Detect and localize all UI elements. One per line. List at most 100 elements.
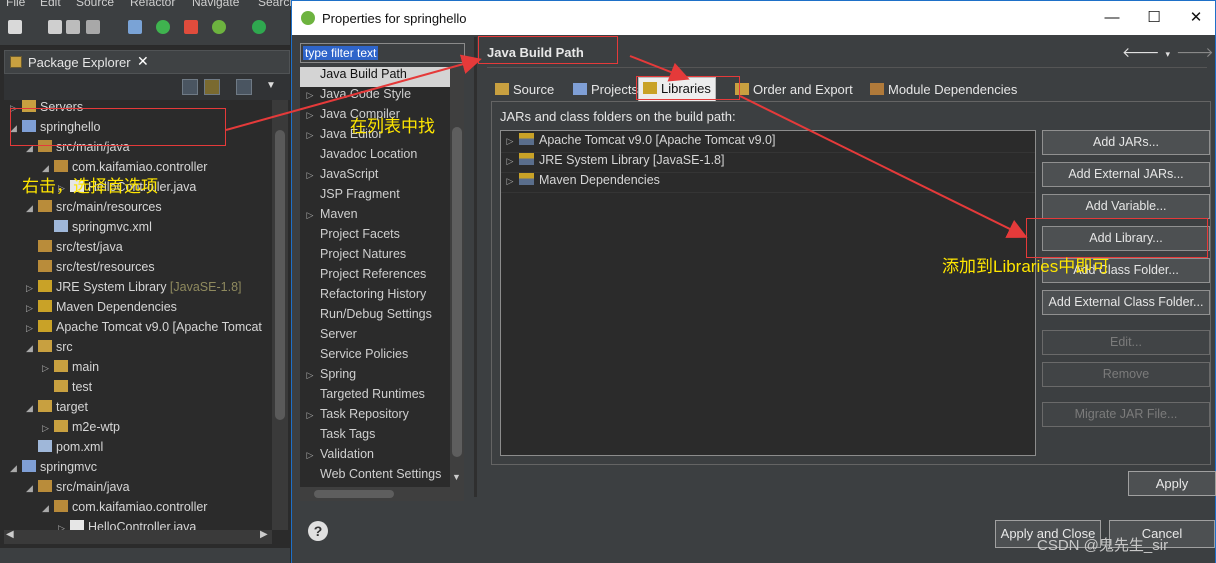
collapsed-arrow-icon[interactable]: ▷ xyxy=(26,323,38,334)
splitter[interactable] xyxy=(474,37,477,497)
library-entry[interactable]: ▷ Apache Tomcat v9.0 [Apache Tomcat v9.0] xyxy=(501,133,1035,153)
collapsed-arrow-icon[interactable]: ▷ xyxy=(300,370,320,381)
new-icon[interactable] xyxy=(8,20,22,34)
collapsed-arrow-icon[interactable]: ▷ xyxy=(26,303,38,314)
tab-source[interactable]: Source xyxy=(491,79,558,101)
scroll-right-icon[interactable]: ▶ xyxy=(260,529,268,540)
page-list-hscroll[interactable] xyxy=(300,487,464,501)
nav-item[interactable]: Java Build Path xyxy=(300,67,450,87)
add-variable-button[interactable]: Add Variable... xyxy=(1042,194,1210,219)
close-button[interactable]: ✕ xyxy=(1176,7,1216,29)
collapsed-arrow-icon[interactable]: ▷ xyxy=(42,363,54,374)
nav-item[interactable]: Run/Debug Settings xyxy=(300,307,450,327)
nav-item[interactable]: JSP Fragment xyxy=(300,187,450,207)
expanded-arrow-icon[interactable]: ◢ xyxy=(26,343,38,354)
page-list-vscroll[interactable]: ▼ xyxy=(450,67,464,487)
collapsed-arrow-icon[interactable]: ▷ xyxy=(58,523,70,530)
nav-item[interactable]: Task Tags xyxy=(300,427,450,447)
nav-item[interactable]: Project Natures xyxy=(300,247,450,267)
tree-node[interactable]: src/test/resources xyxy=(26,260,155,280)
collapsed-arrow-icon[interactable]: ▷ xyxy=(501,176,519,187)
skip-breakpoints-icon[interactable] xyxy=(128,20,142,34)
view-menu-icon[interactable]: ▼ xyxy=(266,80,276,91)
back-arrow-icon[interactable]: 🡐 xyxy=(1122,44,1166,60)
tree-node[interactable]: ◢ src xyxy=(26,340,73,360)
tab-module-dependencies[interactable]: Module Dependencies xyxy=(866,79,1021,101)
nav-item[interactable]: Targeted Runtimes xyxy=(300,387,450,407)
collapsed-arrow-icon[interactable]: ▷ xyxy=(42,423,54,434)
nav-item[interactable]: ▷ Validation xyxy=(300,447,450,467)
collapsed-arrow-icon[interactable]: ▷ xyxy=(300,410,320,421)
nav-item[interactable]: ▷ JavaScript xyxy=(300,167,450,187)
save-all-icon[interactable] xyxy=(66,20,80,34)
collapsed-arrow-icon[interactable]: ▷ xyxy=(300,90,320,101)
menu-source[interactable]: Source xyxy=(76,0,114,9)
package-explorer-vscroll[interactable] xyxy=(272,100,288,530)
tree-node[interactable]: test xyxy=(42,380,92,400)
dropdown-icon[interactable]: ▾ xyxy=(1166,49,1177,59)
nav-item[interactable]: ▷ Java Code Style xyxy=(300,87,450,107)
scroll-left-icon[interactable]: ◀ xyxy=(6,529,14,540)
package-explorer-hscroll[interactable]: ◀ ▶ xyxy=(4,529,272,544)
expanded-arrow-icon[interactable]: ◢ xyxy=(10,463,22,474)
collapsed-arrow-icon[interactable]: ▷ xyxy=(300,130,320,141)
forward-arrow-icon[interactable]: 🡒 xyxy=(1176,44,1216,60)
tree-node[interactable]: ▷ main xyxy=(42,360,99,380)
nav-item[interactable]: Javadoc Location xyxy=(300,147,450,167)
nav-item[interactable]: ▷ Spring xyxy=(300,367,450,387)
menu-file[interactable]: File xyxy=(6,0,25,9)
save-icon[interactable] xyxy=(48,20,62,34)
minimize-button[interactable]: — xyxy=(1092,7,1132,29)
tree-node[interactable]: src/test/java xyxy=(26,240,123,260)
filter-input[interactable]: type filter text xyxy=(300,43,465,63)
library-entry[interactable]: ▷ Maven Dependencies xyxy=(501,173,1035,193)
collapsed-arrow-icon[interactable]: ▷ xyxy=(26,283,38,294)
help-icon[interactable]: ? xyxy=(308,521,328,541)
add-external-jars-button[interactable]: Add External JARs... xyxy=(1042,162,1210,187)
expanded-arrow-icon[interactable]: ◢ xyxy=(26,203,38,214)
nav-item[interactable]: Project Facets xyxy=(300,227,450,247)
apply-button[interactable]: Apply xyxy=(1128,471,1216,496)
maximize-button[interactable]: ☐ xyxy=(1134,7,1174,29)
add-jars-button[interactable]: Add JARs... xyxy=(1042,130,1210,155)
tree-node[interactable]: ▷ m2e-wtp xyxy=(42,420,120,440)
tree-node[interactable]: ◢ src/main/resources xyxy=(26,200,162,220)
tree-node[interactable]: ▷ JRE System Library [JavaSE-1.8] xyxy=(26,280,242,300)
tree-node[interactable]: ◢ target xyxy=(26,400,88,420)
collapsed-arrow-icon[interactable]: ▷ xyxy=(300,210,320,221)
tree-node[interactable]: ◢ springmvc xyxy=(10,460,97,480)
nav-item[interactable]: Web Content Settings xyxy=(300,467,450,487)
run-icon[interactable] xyxy=(252,20,266,34)
collapsed-arrow-icon[interactable]: ▷ xyxy=(300,450,320,461)
scroll-thumb[interactable] xyxy=(452,127,462,457)
terminate-icon[interactable] xyxy=(184,20,198,34)
collapsed-arrow-icon[interactable]: ▷ xyxy=(300,110,320,121)
expanded-arrow-icon[interactable]: ◢ xyxy=(42,503,54,514)
spring-icon[interactable] xyxy=(212,20,226,34)
menu-refactor[interactable]: Refactor xyxy=(130,0,175,9)
scroll-thumb[interactable] xyxy=(275,130,285,420)
tree-node[interactable]: ◢ com.kaifamiao.controller xyxy=(42,500,207,520)
nav-item[interactable]: ▷ Task Repository xyxy=(300,407,450,427)
nav-item[interactable]: Project References xyxy=(300,267,450,287)
scroll-down-icon[interactable]: ▼ xyxy=(452,472,461,482)
link-with-editor-icon[interactable] xyxy=(204,79,220,95)
tree-node[interactable]: ▷ Apache Tomcat v9.0 [Apache Tomcat xyxy=(26,320,262,340)
menu-navigate[interactable]: Navigate xyxy=(192,0,239,9)
collapsed-arrow-icon[interactable]: ▷ xyxy=(501,136,519,147)
expanded-arrow-icon[interactable]: ◢ xyxy=(26,403,38,414)
nav-item[interactable]: Server xyxy=(300,327,450,347)
nav-item[interactable]: Service Policies xyxy=(300,347,450,367)
tree-node[interactable]: pom.xml xyxy=(26,440,103,460)
scroll-thumb[interactable] xyxy=(314,490,394,498)
collapse-all-icon[interactable] xyxy=(182,79,198,95)
print-icon[interactable] xyxy=(86,20,100,34)
tab-projects[interactable]: Projects xyxy=(569,79,642,101)
collapsed-arrow-icon[interactable]: ▷ xyxy=(300,170,320,181)
debug-icon[interactable] xyxy=(156,20,170,34)
tab-order-and-export[interactable]: Order and Export xyxy=(731,79,857,101)
library-entry[interactable]: ▷ JRE System Library [JavaSE-1.8] xyxy=(501,153,1035,173)
filters-icon[interactable] xyxy=(236,79,252,95)
dialog-title-bar[interactable]: Properties for springhello — ☐ ✕ xyxy=(292,1,1215,35)
tree-node[interactable]: ▷ Maven Dependencies xyxy=(26,300,177,320)
